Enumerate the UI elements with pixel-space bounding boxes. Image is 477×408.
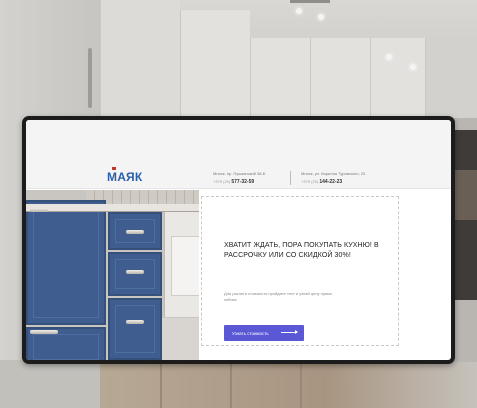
laptop-frame: МАЯК Минск, пр. Пушкинский 38-Б +375 (29…: [22, 116, 455, 364]
hero-description: Для расчета стоимости пройдите тест и уз…: [224, 291, 333, 302]
website-screen: МАЯК Минск, пр. Пушкинский 38-Б +375 (29…: [26, 120, 451, 360]
hero-offer: ХВАТИТ ЖДАТЬ, ПОРА ПОКУПАТЬ КУХНЮ! В РАС…: [201, 196, 399, 346]
floor: [100, 362, 477, 408]
contact-block-1: Минск, пр. Пушкинский 38-Б +375 (29) 577…: [213, 170, 265, 186]
floor-plank-line: [300, 362, 302, 408]
wall-cabinet: [370, 38, 425, 118]
drawer-handle: [126, 320, 144, 324]
lamp-rail: [290, 0, 330, 3]
hero-title: ХВАТИТ ЖДАТЬ, ПОРА ПОКУПАТЬ КУХНЮ! В РАС…: [224, 242, 379, 259]
phone-prefix-1: +375 (29): [213, 179, 231, 184]
get-price-button[interactable]: Узнать стоимость: [224, 325, 304, 341]
oven: [164, 212, 199, 317]
cta-label: Узнать стоимость: [232, 330, 269, 336]
logo-text: МАЯК: [107, 170, 143, 184]
base-cabinet: [0, 360, 100, 408]
wall-cabinet: [310, 38, 370, 118]
contact-block-2: Минск, ул. Кирилла Туровского, 23 +375 (…: [301, 170, 365, 186]
phone-2[interactable]: +375 (29) 144-22-23: [301, 178, 365, 186]
blue-drawer: [108, 298, 162, 360]
arrow-right-icon: [281, 330, 298, 334]
address-2: Минск, ул. Кирилла Туровского, 23: [301, 171, 366, 176]
drawer-handle: [126, 270, 144, 274]
site-header: МАЯК Минск, пр. Пушкинский 38-Б +375 (29…: [26, 120, 451, 189]
ceiling-lamp: [410, 64, 416, 70]
cabinet-handle: [30, 208, 48, 212]
dark-counter: [455, 130, 477, 300]
ceiling-lamp: [318, 14, 324, 20]
photo-floor: [162, 318, 199, 360]
blue-drawer: [108, 252, 162, 296]
kitchen-photo: [26, 190, 199, 360]
cabinet-handle: [88, 48, 92, 108]
address-1: Минск, пр. Пушкинский 38-Б: [213, 171, 266, 176]
wall-cabinet: [180, 10, 250, 118]
wall-cabinet: [425, 38, 477, 118]
floor-plank-line: [160, 362, 162, 408]
blue-cabinet: [26, 200, 106, 325]
phone-number-2: 144-22-23: [319, 179, 343, 185]
wall-cabinet: [250, 38, 310, 118]
logo[interactable]: МАЯК: [107, 170, 142, 184]
contact-divider: [290, 171, 291, 185]
phone-1[interactable]: +375 (29) 577-32-59: [213, 178, 265, 186]
floor-plank-line: [230, 362, 232, 408]
phone-prefix-2: +375 (29): [301, 179, 319, 184]
drawer-handle: [126, 230, 144, 234]
ceiling-lamp: [386, 54, 392, 60]
countertop: [26, 204, 199, 212]
wall-cabinet: [100, 0, 180, 118]
ceiling-lamp: [296, 8, 302, 14]
phone-number-1: 577-32-59: [231, 179, 255, 185]
cabinet-handle: [30, 330, 58, 334]
